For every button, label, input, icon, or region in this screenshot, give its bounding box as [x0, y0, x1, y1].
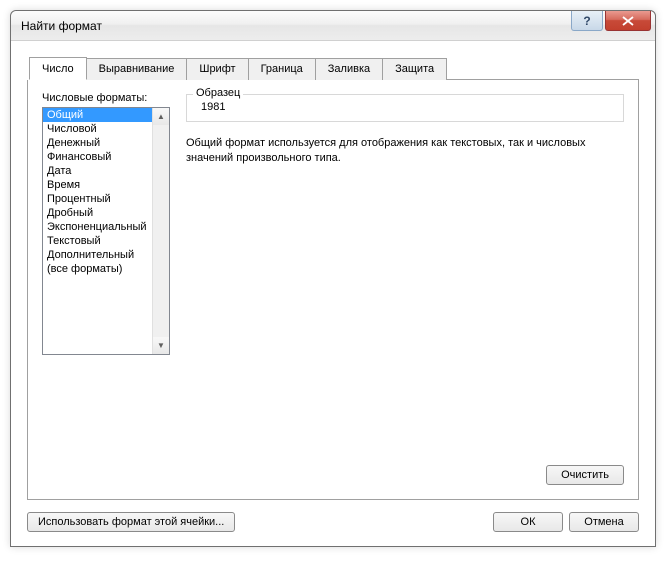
tab-panel-number: Числовые форматы: ОбщийЧисловойДенежныйФ… — [27, 80, 639, 500]
list-item[interactable]: Дробный — [43, 206, 169, 220]
tab-4[interactable]: Заливка — [315, 58, 383, 80]
ok-button[interactable]: ОК — [493, 512, 563, 532]
list-item[interactable]: Денежный — [43, 136, 169, 150]
list-item[interactable]: Экспоненциальный — [43, 220, 169, 234]
scroll-track[interactable] — [153, 125, 169, 337]
list-item[interactable]: Числовой — [43, 122, 169, 136]
close-icon — [622, 16, 634, 26]
list-item[interactable]: Текстовый — [43, 234, 169, 248]
list-item[interactable]: Процентный — [43, 192, 169, 206]
tab-2[interactable]: Шрифт — [186, 58, 248, 80]
sample-fieldset: Образец 1981 — [186, 94, 624, 122]
tab-5[interactable]: Защита — [382, 58, 447, 80]
clear-button[interactable]: Очистить — [546, 465, 624, 485]
format-list-label: Числовые форматы: — [42, 92, 170, 104]
tab-strip: ЧислоВыравниваниеШрифтГраницаЗаливкаЗащи… — [29, 57, 639, 80]
sample-legend: Образец — [193, 87, 243, 99]
list-item[interactable]: Дата — [43, 164, 169, 178]
chevron-up-icon: ▲ — [157, 112, 165, 121]
scroll-up-button[interactable]: ▲ — [153, 108, 169, 125]
tab-0[interactable]: Число — [29, 57, 87, 80]
chevron-down-icon: ▼ — [157, 341, 165, 350]
dialog-window: Найти формат ? ЧислоВыравниваниеШрифтГра… — [10, 10, 656, 547]
list-item[interactable]: Дополнительный — [43, 248, 169, 262]
dialog-button-bar: Использовать формат этой ячейки... ОК От… — [27, 512, 639, 532]
list-item[interactable]: Финансовый — [43, 150, 169, 164]
help-icon: ? — [583, 14, 590, 28]
list-item[interactable]: Общий — [43, 108, 169, 122]
title-controls: ? — [571, 11, 651, 31]
format-listbox[interactable]: ОбщийЧисловойДенежныйФинансовыйДатаВремя… — [42, 107, 170, 355]
help-button[interactable]: ? — [571, 11, 603, 31]
scrollbar[interactable]: ▲ ▼ — [152, 108, 169, 354]
tab-3[interactable]: Граница — [248, 58, 316, 80]
close-button[interactable] — [605, 11, 651, 31]
titlebar: Найти формат ? — [11, 11, 655, 41]
scroll-down-button[interactable]: ▼ — [153, 337, 169, 354]
list-item[interactable]: (все форматы) — [43, 262, 169, 276]
list-item[interactable]: Время — [43, 178, 169, 192]
tab-1[interactable]: Выравнивание — [86, 58, 188, 80]
cancel-button[interactable]: Отмена — [569, 512, 639, 532]
dialog-content: ЧислоВыравниваниеШрифтГраницаЗаливкаЗащи… — [11, 41, 655, 546]
use-cell-format-button[interactable]: Использовать формат этой ячейки... — [27, 512, 235, 532]
format-description: Общий формат используется для отображени… — [186, 136, 624, 166]
sample-value: 1981 — [197, 101, 613, 113]
window-title: Найти формат — [21, 19, 102, 33]
